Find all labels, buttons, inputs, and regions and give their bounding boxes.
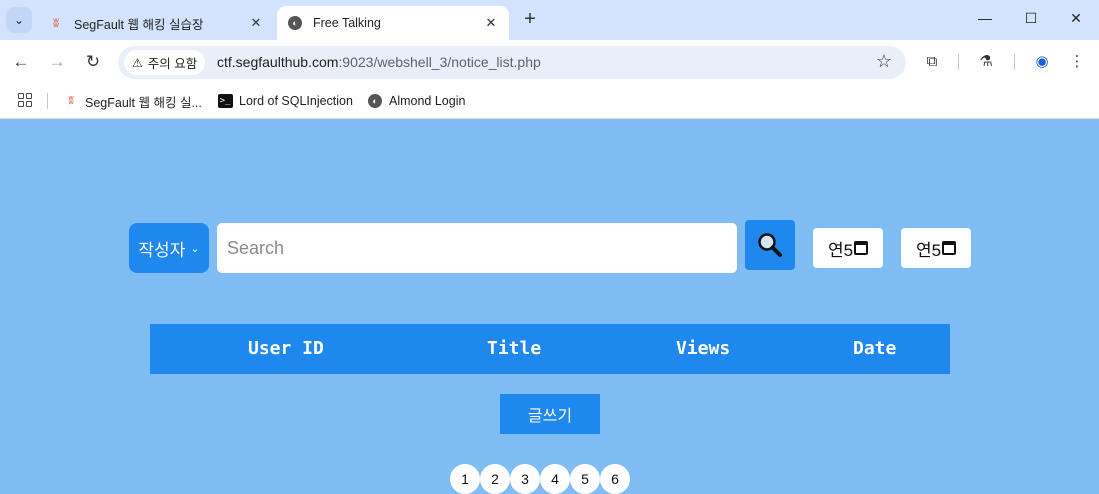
- bookmark-label: Almond Login: [389, 94, 466, 108]
- tab-free-talking[interactable]: ◐ Free Talking ✕: [277, 6, 509, 40]
- date-to-input[interactable]: 연5: [901, 228, 971, 268]
- column-header-title: Title: [487, 338, 542, 359]
- page-content: 작성자 ⌄ 연5 연5 User ID Title Views Date 글쓰기…: [0, 120, 1099, 494]
- chevron-down-icon: ⌄: [190, 242, 200, 255]
- close-icon[interactable]: ✕: [248, 15, 264, 31]
- browser-toolbar: ← → ↻ ⚠ 주의 요함 ctf.segfaulthub.com:9023/w…: [0, 40, 1099, 84]
- profile-avatar-icon[interactable]: ◉: [1031, 51, 1053, 73]
- segfault-logo-icon: ʬ: [53, 16, 59, 30]
- window-close-icon[interactable]: ✕: [1053, 0, 1099, 36]
- maximize-icon[interactable]: ☐: [1008, 0, 1054, 36]
- bookmark-lord-of-sqlinjection[interactable]: >_ Lord of SQLInjection: [217, 91, 353, 111]
- tab-strip: ⌄ ʬ SegFault 웹 해킹 실습장 ✕ ◐ Free Talking ✕…: [0, 0, 1099, 40]
- bookmarks-divider: [47, 93, 48, 109]
- apps-grid-icon[interactable]: [18, 93, 32, 107]
- date-to-value: 연5: [915, 240, 942, 260]
- pagination: 1 2 3 4 5 6: [450, 464, 630, 494]
- search-input[interactable]: [217, 223, 737, 273]
- reload-icon[interactable]: ↻: [81, 50, 105, 74]
- page-link-2[interactable]: 2: [480, 464, 510, 494]
- security-chip[interactable]: ⚠ 주의 요함: [124, 50, 206, 75]
- tab-title: SegFault 웹 해킹 실습장: [74, 17, 204, 32]
- magnifier-icon: [758, 233, 782, 257]
- extensions-icon[interactable]: ⧉: [921, 51, 943, 73]
- minimize-icon[interactable]: —: [962, 0, 1008, 36]
- write-post-button[interactable]: 글쓰기: [500, 394, 600, 434]
- toolbar-divider: [1014, 54, 1015, 70]
- tab-title: Free Talking: [313, 16, 381, 30]
- bookmarks-bar: ʬ SegFault 웹 해킹 실... >_ Lord of SQLInjec…: [0, 84, 1099, 119]
- forward-arrow-icon[interactable]: →: [45, 50, 69, 74]
- bookmark-almond-login[interactable]: ◐ Almond Login: [367, 91, 465, 111]
- bookmark-label: Lord of SQLInjection: [239, 94, 353, 108]
- menu-kebab-icon[interactable]: ⋮: [1066, 51, 1088, 73]
- search-button[interactable]: [745, 220, 795, 270]
- page-link-4[interactable]: 4: [540, 464, 570, 494]
- column-header-views: Views: [676, 338, 731, 359]
- security-label: 주의 요함: [147, 57, 198, 71]
- warning-icon: ⚠: [132, 55, 143, 70]
- tab-segfault[interactable]: ʬ SegFault 웹 해킹 실습장 ✕: [38, 6, 274, 40]
- calendar-icon[interactable]: [854, 241, 869, 255]
- address-bar[interactable]: ⚠ 주의 요함 ctf.segfaulthub.com:9023/webshel…: [118, 46, 906, 79]
- url-text[interactable]: ctf.segfaulthub.com:9023/webshell_3/noti…: [217, 54, 541, 70]
- url-host: ctf.segfaulthub.com: [217, 54, 339, 70]
- tab-search-button[interactable]: ⌄: [6, 7, 32, 33]
- table-header: User ID Title Views Date: [150, 324, 950, 374]
- bookmark-segfault[interactable]: ʬ SegFault 웹 해킹 실...: [63, 91, 202, 111]
- back-arrow-icon[interactable]: ←: [9, 50, 33, 74]
- page-link-5[interactable]: 5: [570, 464, 600, 494]
- chevron-down-icon: ⌄: [13, 13, 25, 27]
- terminal-icon: >_: [217, 93, 233, 109]
- bookmark-label: SegFault 웹 해킹 실...: [85, 95, 202, 110]
- close-icon[interactable]: ✕: [483, 15, 499, 31]
- url-path: :9023/webshell_3/notice_list.php: [338, 54, 541, 70]
- new-tab-button[interactable]: +: [518, 8, 542, 32]
- globe-icon: ◐: [367, 93, 383, 109]
- segfault-logo-icon: ʬ: [68, 95, 74, 107]
- filter-label: 작성자: [138, 240, 186, 260]
- calendar-icon[interactable]: [942, 241, 957, 255]
- date-from-input[interactable]: 연5: [813, 228, 883, 268]
- column-header-user-id: User ID: [248, 338, 324, 359]
- date-from-value: 연5: [827, 240, 854, 260]
- column-header-date: Date: [853, 338, 897, 359]
- globe-icon: ◐: [287, 15, 303, 31]
- search-filter-select[interactable]: 작성자 ⌄: [129, 223, 209, 273]
- page-link-1[interactable]: 1: [450, 464, 480, 494]
- toolbar-divider: [958, 54, 959, 70]
- page-link-3[interactable]: 3: [510, 464, 540, 494]
- page-link-6[interactable]: 6: [600, 464, 630, 494]
- bookmark-star-icon[interactable]: ☆: [876, 51, 892, 72]
- labs-flask-icon[interactable]: ⚗: [975, 51, 997, 73]
